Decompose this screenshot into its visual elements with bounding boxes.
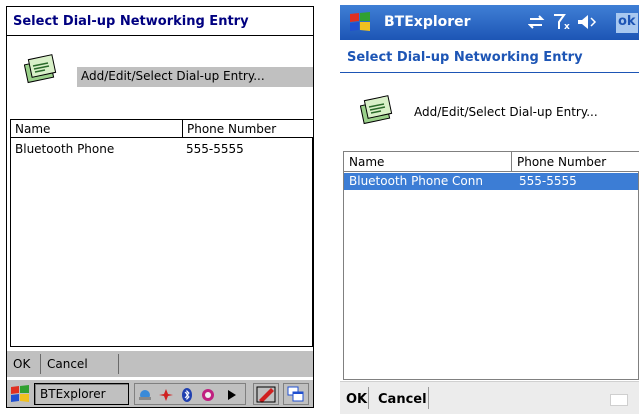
- dialup-entry-icon[interactable]: [360, 95, 394, 125]
- connectivity-icon[interactable]: x: [527, 13, 608, 32]
- dialup-entry-list[interactable]: Name Phone Number Bluetooth Phone 555-55…: [10, 119, 313, 347]
- menu-bar: OK Cancel: [340, 381, 639, 414]
- sync-icon[interactable]: [201, 387, 215, 401]
- title-divider: [340, 72, 639, 73]
- right-device-screen: BTExplorer x ok Select Dial-up Networkin…: [340, 5, 639, 414]
- system-tray: [134, 383, 246, 405]
- input-panel-icon[interactable]: [253, 383, 279, 405]
- bluetooth-icon[interactable]: [180, 387, 194, 402]
- taskbar: BTExplorer: [7, 379, 313, 407]
- column-header-name[interactable]: Name: [11, 120, 183, 138]
- list-item-selected[interactable]: Bluetooth Phone Conn 555-5555: [344, 173, 638, 190]
- taskbar-app-button[interactable]: BTExplorer: [34, 383, 129, 405]
- title-divider: [7, 35, 313, 36]
- entry-phone: 555-5555: [186, 142, 244, 156]
- keyboard-icon[interactable]: [610, 394, 628, 406]
- cancel-button[interactable]: Cancel: [47, 357, 88, 371]
- app-title: BTExplorer: [384, 14, 471, 30]
- menu-separator: [40, 354, 41, 374]
- column-header-phone-number[interactable]: Phone Number: [512, 152, 639, 172]
- entry-name: Bluetooth Phone Conn: [349, 174, 483, 188]
- status-icons: x: [527, 13, 608, 35]
- entry-phone: 555-5555: [519, 174, 577, 188]
- left-device-screen: Select Dial-up Networking Entry Add/Edit…: [6, 6, 314, 408]
- ok-button[interactable]: OK: [346, 392, 367, 407]
- entry-name: Bluetooth Phone: [15, 142, 115, 156]
- dialup-entry-list[interactable]: Name Phone Number Bluetooth Phone Conn 5…: [343, 151, 639, 380]
- list-item[interactable]: Bluetooth Phone 555-5555: [11, 140, 312, 158]
- network-icon[interactable]: [138, 387, 152, 401]
- signal-icon[interactable]: [159, 387, 173, 401]
- navigation-bar: BTExplorer x ok: [340, 5, 639, 40]
- add-edit-select-entry-link[interactable]: Add/Edit/Select Dial-up Entry...: [414, 105, 598, 119]
- dialup-entry-icon[interactable]: [24, 54, 58, 84]
- cancel-button[interactable]: Cancel: [378, 392, 427, 407]
- page-title: Select Dial-up Networking Entry: [13, 14, 249, 29]
- start-icon[interactable]: [10, 385, 30, 403]
- menu-separator: [118, 354, 119, 374]
- menu-separator: [428, 387, 429, 409]
- svg-text:x: x: [564, 22, 570, 31]
- add-edit-select-entry-link[interactable]: Add/Edit/Select Dial-up Entry...: [77, 67, 313, 87]
- windows-icon[interactable]: [283, 383, 309, 405]
- column-header-phone-number[interactable]: Phone Number: [183, 120, 313, 138]
- ok-button[interactable]: ok: [616, 13, 638, 33]
- menu-separator: [368, 387, 369, 409]
- ok-button[interactable]: OK: [13, 357, 30, 371]
- menu-bar: OK Cancel: [7, 351, 313, 377]
- arrow-icon[interactable]: [225, 387, 239, 401]
- column-header-name[interactable]: Name: [344, 152, 512, 172]
- page-title: Select Dial-up Networking Entry: [347, 50, 583, 65]
- start-icon[interactable]: [348, 11, 372, 33]
